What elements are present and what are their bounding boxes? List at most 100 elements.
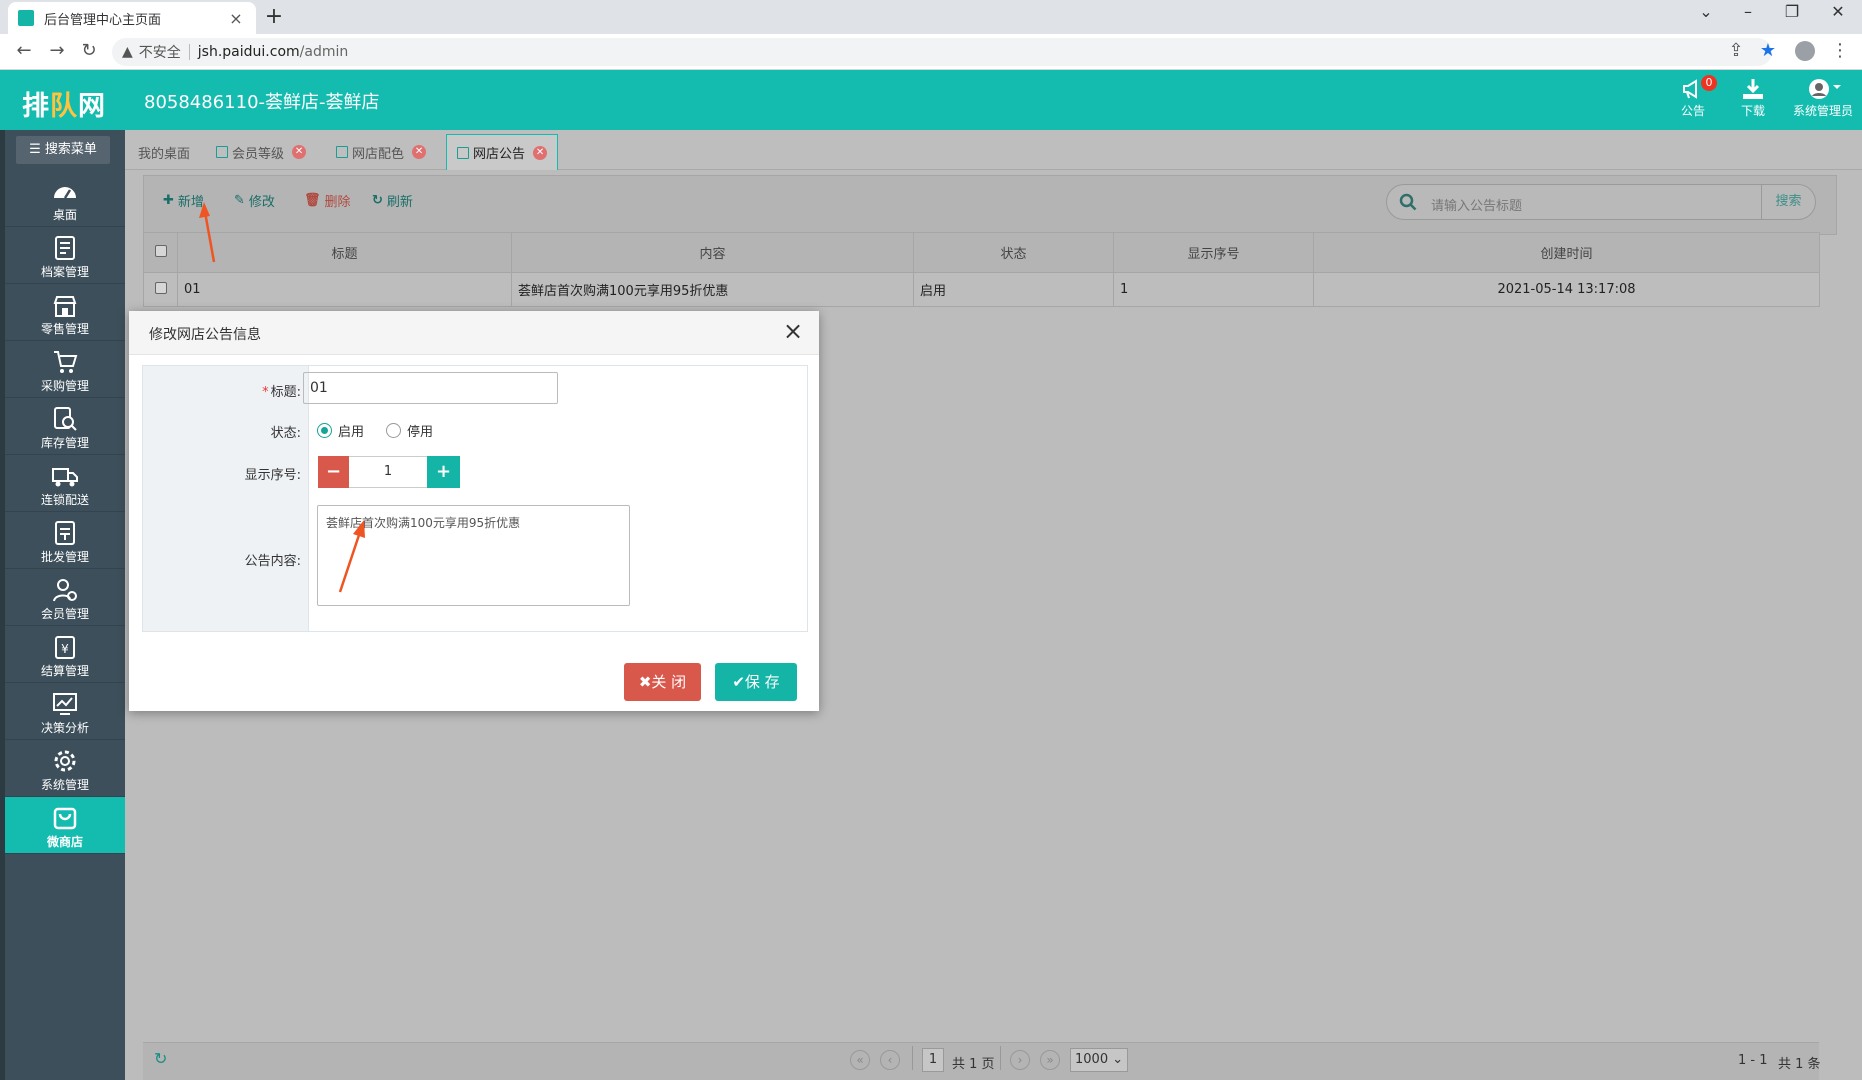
shop-name: 8058486110-荟鲜店-荟鲜店 [144,92,380,113]
tab-close-icon[interactable]: ✕ [533,145,548,160]
search-menu-button[interactable]: ☰ 搜索菜单 [16,136,110,164]
download-icon [1722,76,1784,102]
download-label: 下载 [1740,104,1765,118]
sidebar-item-member[interactable]: 会员管理 [5,569,125,626]
cell-created: 2021-05-14 13:17:08 [1313,272,1820,307]
minimize-icon[interactable]: – [1728,2,1768,21]
sidebar-item-purchase[interactable]: 采购管理 [5,341,125,398]
analytics-icon [5,683,125,717]
sidebar-item-distribution[interactable]: 连锁配送 [5,455,125,512]
dialog-close-icon[interactable]: × [781,319,805,343]
url-text: jsh.paidui.com/admin [197,44,349,60]
last-page-icon[interactable]: » [1040,1050,1060,1070]
announce-label: 公告 [1680,104,1705,118]
increment-button[interactable]: + [427,456,460,488]
title-input[interactable]: 01 [303,372,558,404]
tab-member-level[interactable]: 会员等级 ✕ [206,134,316,170]
share-icon[interactable]: ⇪ [1724,39,1748,63]
col-header-status: 状态 [913,232,1114,273]
delete-button[interactable]: 🗑 删除 [304,191,351,210]
user-menu[interactable]: 系统管理员 [1788,76,1858,124]
truck-icon [5,455,125,489]
sidebar-item-retail[interactable]: 零售管理 [5,284,125,341]
warning-icon: ▲ [122,44,133,60]
restore-icon[interactable]: ❐ [1772,2,1812,21]
not-secure-label: 不安全 [138,45,181,61]
sidebar-item-analytics[interactable]: 决策分析 [5,683,125,740]
browser-tab[interactable]: 后台管理中心主页面 × [8,2,256,34]
tab-close-icon[interactable]: ✕ [412,145,427,159]
table-row[interactable]: 01 荟鲜店首次购满100元享用95折优惠 启用 1 2021-05-14 13… [143,272,1820,307]
close-tab-icon[interactable]: × [226,9,246,28]
cell-order: 1 [1113,272,1314,307]
page-icon [216,146,228,158]
row-checkbox[interactable] [154,281,167,294]
pager-total: 共 1 条 [1778,1057,1821,1072]
total-pages: 共 1 页 [952,1057,995,1072]
sidebar-item-settlement[interactable]: ¥ 结算管理 [5,626,125,683]
sidebar-item-desktop[interactable]: 桌面 [5,170,125,227]
pager-range: 1 - 1 [1738,1053,1768,1068]
status-enabled-radio[interactable]: 启用 [317,421,364,440]
browser-menu-icon[interactable]: ⋮ [1828,39,1852,63]
radio-unselected-icon [386,423,401,438]
save-button[interactable]: ✔保 存 [715,663,797,701]
reload-icon[interactable]: ↻ [77,39,101,63]
cell-status: 启用 [913,272,1114,307]
tab-search-icon[interactable]: ⌄ [1686,2,1726,21]
page-icon [336,146,348,158]
forward-icon[interactable]: → [45,39,69,63]
col-header-order: 显示序号 [1113,232,1314,273]
trash-icon: 🗑 [304,193,321,208]
cell-content: 荟鲜店首次购满100元享用95折优惠 [511,272,914,307]
gear-icon [5,740,125,774]
announce-badge: 0 [1701,75,1717,91]
label-content: 公告内容: [244,554,301,569]
prev-page-icon[interactable]: ‹ [880,1050,900,1070]
status-disabled-radio[interactable]: 停用 [386,421,433,440]
pager-divider [1000,1046,1001,1070]
next-page-icon[interactable]: › [1010,1050,1030,1070]
tab-close-icon[interactable]: ✕ [292,145,307,159]
order-input[interactable]: 1 [349,456,427,488]
tab-my-desktop[interactable]: 我的桌面 [128,134,200,170]
search-box: 请输入公告标题 搜索 [1386,184,1816,220]
search-input[interactable]: 请输入公告标题 [1431,195,1522,214]
sidebar-item-system[interactable]: 系统管理 [5,740,125,797]
back-icon[interactable]: ← [12,39,36,63]
first-page-icon[interactable]: « [850,1050,870,1070]
settlement-icon: ¥ [5,626,125,660]
search-button[interactable]: 搜索 [1761,185,1815,219]
bookmark-star-icon[interactable]: ★ [1756,39,1780,63]
refresh-button[interactable]: ↻ 刷新 [372,191,413,210]
profile-avatar-icon[interactable] [1795,41,1815,61]
window-close-icon[interactable]: ✕ [1818,2,1858,21]
sidebar-item-wholesale[interactable]: 批发管理 [5,512,125,569]
page-size-select[interactable]: 1000 ⌄ [1070,1048,1128,1072]
select-all-cell[interactable] [143,232,178,273]
new-tab-button[interactable]: + [262,4,286,29]
tab-shop-announcement[interactable]: 网店公告 ✕ [446,134,559,170]
decrement-button[interactable]: − [318,456,349,488]
omnibox[interactable]: ▲ 不安全 jsh.paidui.com/admin [112,38,1772,66]
omnibox-divider [188,44,190,60]
select-all-checkbox[interactable] [154,244,167,257]
sidebar-item-inventory[interactable]: 库存管理 [5,398,125,455]
store-icon [5,284,125,318]
tab-shop-color[interactable]: 网店配色 ✕ [326,134,436,170]
pager-refresh-icon[interactable]: ↻ [154,1049,167,1068]
sidebar-item-archive[interactable]: 档案管理 [5,227,125,284]
sidebar-item-microshop[interactable]: 微商店 [5,797,125,854]
edit-button[interactable]: ✎ 修改 [234,191,275,210]
download-button[interactable]: 下载 [1722,76,1784,124]
cart-icon [5,341,125,375]
cell-title[interactable]: 01 [177,272,512,307]
label-title: * 标题: [262,385,301,400]
inventory-search-icon [5,398,125,432]
page-input[interactable]: 1 [922,1048,944,1072]
logo: 排队网 [22,91,106,122]
chevron-down-icon: ⌄ [1112,1052,1124,1067]
annotation-arrow-icon [338,520,365,593]
close-button[interactable]: ✖关 闭 [624,663,701,701]
row-select-cell[interactable] [143,272,178,307]
